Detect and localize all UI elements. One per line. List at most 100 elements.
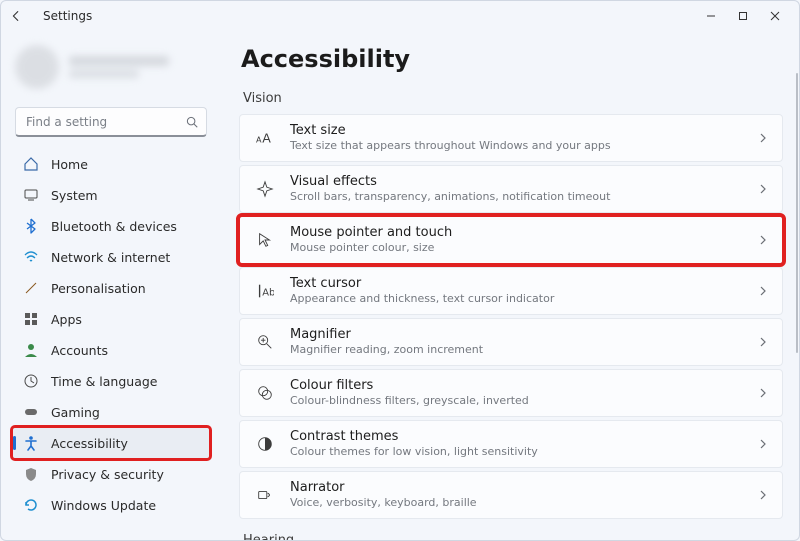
apps-icon [23, 311, 39, 327]
chevron-right-icon [758, 133, 768, 143]
chevron-right-icon [758, 337, 768, 347]
section-hearing-label: Hearing [243, 533, 783, 540]
avatar [15, 45, 59, 89]
sidebar-item-time-language[interactable]: Time & language [13, 366, 209, 396]
sidebar-item-label: Apps [51, 312, 82, 327]
section-vision-label: Vision [243, 91, 783, 106]
sidebar-item-bluetooth[interactable]: Bluetooth & devices [13, 211, 209, 241]
scrollbar-thumb[interactable] [796, 73, 798, 353]
card-contrast-themes[interactable]: Contrast themes Colour themes for low vi… [239, 420, 783, 468]
titlebar: Settings [1, 1, 799, 31]
scrollbar[interactable] [795, 31, 799, 540]
chevron-right-icon [758, 490, 768, 500]
card-title: Text size [290, 123, 611, 139]
svg-text:A: A [256, 135, 262, 145]
sidebar-item-label: Gaming [51, 405, 100, 420]
sidebar-item-label: Accounts [51, 343, 108, 358]
sidebar-item-gaming[interactable]: Gaming [13, 397, 209, 427]
svg-text:A: A [262, 131, 271, 146]
sidebar-item-label: System [51, 188, 98, 203]
chevron-right-icon [758, 184, 768, 194]
card-subtitle: Mouse pointer colour, size [290, 241, 452, 255]
maximize-button[interactable] [727, 1, 759, 31]
card-mouse-pointer-touch[interactable]: Mouse pointer and touch Mouse pointer co… [239, 216, 783, 264]
window-controls [695, 1, 791, 31]
card-visual-effects[interactable]: Visual effects Scroll bars, transparency… [239, 165, 783, 213]
card-magnifier[interactable]: Magnifier Magnifier reading, zoom increm… [239, 318, 783, 366]
card-subtitle: Voice, verbosity, keyboard, braille [290, 496, 477, 510]
cursor-icon [254, 231, 276, 249]
colour-filter-icon [254, 384, 276, 402]
search-icon [185, 115, 199, 129]
sidebar: Home System Bluetooth & devices Network … [1, 31, 219, 540]
system-icon [23, 187, 39, 203]
text-cursor-icon: Ab [254, 282, 276, 300]
card-subtitle: Scroll bars, transparency, animations, n… [290, 190, 610, 204]
sidebar-item-home[interactable]: Home [13, 149, 209, 179]
sidebar-item-label: Privacy & security [51, 467, 164, 482]
home-icon [23, 156, 39, 172]
minimize-button[interactable] [695, 1, 727, 31]
card-title: Magnifier [290, 327, 483, 343]
chevron-right-icon [758, 235, 768, 245]
gamepad-icon [23, 404, 39, 420]
sidebar-item-system[interactable]: System [13, 180, 209, 210]
card-title: Colour filters [290, 378, 529, 394]
sidebar-item-label: Network & internet [51, 250, 170, 265]
clock-icon [23, 373, 39, 389]
narrator-icon [254, 486, 276, 504]
card-title: Mouse pointer and touch [290, 225, 452, 241]
sidebar-nav: Home System Bluetooth & devices Network … [13, 149, 209, 520]
sidebar-item-network[interactable]: Network & internet [13, 242, 209, 272]
card-text-cursor[interactable]: Ab Text cursor Appearance and thickness,… [239, 267, 783, 315]
card-title: Contrast themes [290, 429, 538, 445]
sidebar-item-label: Personalisation [51, 281, 146, 296]
close-button[interactable] [759, 1, 791, 31]
card-subtitle: Text size that appears throughout Window… [290, 139, 611, 153]
magnifier-icon [254, 333, 276, 351]
chevron-right-icon [758, 439, 768, 449]
sidebar-item-apps[interactable]: Apps [13, 304, 209, 334]
text-size-icon: AA [254, 129, 276, 147]
card-subtitle: Colour-blindness filters, greyscale, inv… [290, 394, 529, 408]
user-profile[interactable] [13, 41, 209, 101]
search-input[interactable] [15, 107, 207, 137]
settings-window: Settings Home [0, 0, 800, 541]
sparkle-icon [254, 180, 276, 198]
sidebar-item-windows-update[interactable]: Windows Update [13, 490, 209, 520]
card-subtitle: Magnifier reading, zoom increment [290, 343, 483, 357]
card-subtitle: Colour themes for low vision, light sens… [290, 445, 538, 459]
brush-icon [23, 280, 39, 296]
card-subtitle: Appearance and thickness, text cursor in… [290, 292, 554, 306]
card-colour-filters[interactable]: Colour filters Colour-blindness filters,… [239, 369, 783, 417]
contrast-icon [254, 435, 276, 453]
sidebar-item-label: Accessibility [51, 436, 128, 451]
accessibility-icon [23, 435, 39, 451]
card-text-size[interactable]: AA Text size Text size that appears thro… [239, 114, 783, 162]
search-box[interactable] [15, 107, 207, 137]
bluetooth-icon [23, 218, 39, 234]
sidebar-item-label: Home [51, 157, 88, 172]
sidebar-item-accessibility[interactable]: Accessibility [13, 428, 209, 458]
shield-icon [23, 466, 39, 482]
sidebar-item-label: Windows Update [51, 498, 156, 513]
sidebar-item-label: Bluetooth & devices [51, 219, 177, 234]
window-title: Settings [43, 9, 92, 23]
card-narrator[interactable]: Narrator Voice, verbosity, keyboard, bra… [239, 471, 783, 519]
sidebar-item-privacy[interactable]: Privacy & security [13, 459, 209, 489]
vision-cards: AA Text size Text size that appears thro… [239, 114, 783, 519]
chevron-right-icon [758, 388, 768, 398]
page-title: Accessibility [241, 45, 783, 73]
card-title: Text cursor [290, 276, 554, 292]
card-title: Narrator [290, 480, 477, 496]
card-title: Visual effects [290, 174, 610, 190]
sidebar-item-accounts[interactable]: Accounts [13, 335, 209, 365]
person-icon [23, 342, 39, 358]
svg-text:Ab: Ab [262, 288, 274, 299]
wifi-icon [23, 249, 39, 265]
sidebar-item-personalisation[interactable]: Personalisation [13, 273, 209, 303]
chevron-right-icon [758, 286, 768, 296]
sidebar-item-label: Time & language [51, 374, 157, 389]
back-button[interactable] [9, 9, 29, 23]
main-content: Accessibility Vision AA Text size Text s… [219, 31, 799, 540]
